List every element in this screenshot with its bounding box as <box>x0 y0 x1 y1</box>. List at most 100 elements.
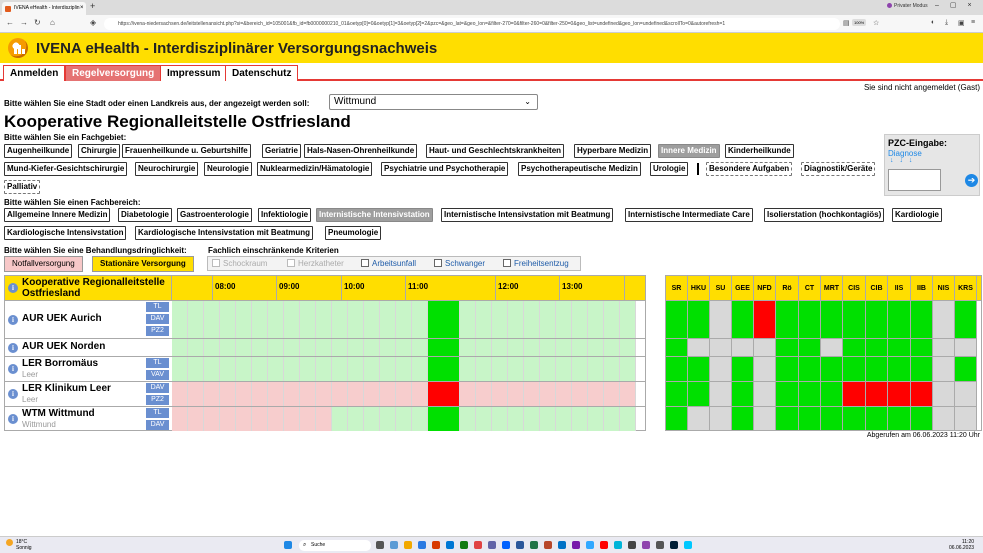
resource-cell[interactable] <box>888 357 911 382</box>
fachbereich-infektiologie[interactable]: Infektiologie <box>258 208 312 222</box>
criteria-schwanger[interactable]: Schwanger <box>434 259 485 268</box>
hospital-name[interactable]: LER Borromäus <box>22 358 98 369</box>
fachgebiet-neurochirurgie[interactable]: Neurochirurgie <box>135 162 199 176</box>
resource-cell[interactable] <box>666 357 688 382</box>
fachbereich-kardiologische-intensiv[interactable]: Kardiologische Intensivstation <box>4 226 127 240</box>
firefox-icon[interactable] <box>642 541 650 549</box>
app-icon[interactable] <box>572 541 580 549</box>
resource-cell[interactable] <box>866 407 888 431</box>
tag-badge[interactable]: VAV <box>146 370 169 380</box>
fachbereich-kardiologie[interactable]: Kardiologie <box>892 208 943 222</box>
resource-cell[interactable] <box>933 382 955 407</box>
resource-cell[interactable] <box>710 339 732 357</box>
app-icon[interactable] <box>600 541 608 549</box>
taskbar-clock[interactable]: 11:20 06.06.2023 <box>949 539 974 551</box>
menu-datenschutz[interactable]: Datenschutz <box>225 65 299 81</box>
fachgebiet-haut[interactable]: Haut- und Geschlechtskrankheiten <box>426 144 565 158</box>
menu-anmelden[interactable]: Anmelden <box>3 65 66 81</box>
resource-cell[interactable] <box>666 382 688 407</box>
resource-cell[interactable] <box>799 301 821 339</box>
criteria-arbeitsunfall[interactable]: Arbeitsunfall <box>361 259 416 268</box>
resource-cell[interactable] <box>732 357 754 382</box>
app-icon[interactable] <box>586 541 594 549</box>
resource-cell[interactable] <box>843 357 866 382</box>
app-icon[interactable] <box>656 541 664 549</box>
info-icon[interactable]: i <box>8 364 18 374</box>
fachgebiet-augenheilkunde[interactable]: Augenheilkunde <box>4 144 73 158</box>
fachbereich-intermediate-care[interactable]: Internistische Intermediate Care <box>625 208 753 222</box>
resource-cell[interactable] <box>666 301 688 339</box>
fachbereich-intensiv-beatmung[interactable]: Internistische Intensivstation mit Beatm… <box>441 208 614 222</box>
weather-widget[interactable]: 18°C Sonnig <box>6 539 32 551</box>
fachgebiet-chirurgie[interactable]: Chirurgie <box>78 144 120 158</box>
resource-cell[interactable] <box>843 339 866 357</box>
resource-cell[interactable] <box>776 339 799 357</box>
info-icon[interactable]: i <box>8 343 18 353</box>
zoom-level[interactable]: 100% <box>852 19 867 26</box>
hospital-name[interactable]: WTM Wittmund <box>22 408 95 419</box>
home-icon[interactable]: ⌂ <box>50 18 55 27</box>
resource-cell[interactable] <box>799 382 821 407</box>
fachgebiet-frauenheilkunde[interactable]: Frauenheilkunde u. Geburtshilfe <box>122 144 251 158</box>
resource-cell[interactable] <box>688 339 710 357</box>
app-icon[interactable] <box>530 541 538 549</box>
resource-cell[interactable] <box>754 407 776 431</box>
resource-cell[interactable] <box>710 407 732 431</box>
reload-icon[interactable]: ↻ <box>34 18 41 27</box>
app-icon[interactable] <box>418 541 426 549</box>
resource-cell[interactable] <box>732 339 754 357</box>
fachgebiet-psychiatrie[interactable]: Psychiatrie und Psychotherapie <box>381 162 509 176</box>
resource-cell[interactable] <box>955 357 977 382</box>
menu-impressum[interactable]: Impressum <box>160 65 228 81</box>
resource-cell[interactable] <box>888 301 911 339</box>
app-icon[interactable] <box>684 541 692 549</box>
resource-cell[interactable] <box>955 382 977 407</box>
resource-cell[interactable] <box>821 382 843 407</box>
new-tab-button[interactable]: + <box>90 1 95 11</box>
start-icon[interactable] <box>284 541 292 549</box>
resource-cell[interactable] <box>666 339 688 357</box>
resource-cell[interactable] <box>911 301 933 339</box>
fachgebiet-nuklearmedizin[interactable]: Nuklearmedizin/Hämatologie <box>257 162 373 176</box>
resource-cell[interactable] <box>955 301 977 339</box>
app-icon[interactable] <box>432 541 440 549</box>
fachgebiet-hyperbare-medizin[interactable]: Hyperbare Medizin <box>574 144 652 158</box>
taskbar-search[interactable]: ⌕ Suche <box>299 540 371 551</box>
extension-icon[interactable]: ▣ <box>958 19 965 27</box>
resource-cell[interactable] <box>688 357 710 382</box>
tag-badge[interactable]: TL <box>146 358 169 368</box>
table-row[interactable]: i LER Klinikum Leer Leer DAV PZ2 <box>5 382 645 407</box>
table-row[interactable]: i AUR UEK Aurich TL DAV PZ2 <box>5 301 645 339</box>
tag-badge[interactable]: PZ2 <box>146 395 169 405</box>
resource-cell[interactable] <box>933 301 955 339</box>
resource-cell[interactable] <box>754 357 776 382</box>
app-icon[interactable] <box>404 541 412 549</box>
resource-cell[interactable] <box>911 357 933 382</box>
info-icon[interactable]: i <box>8 283 18 293</box>
fachbereich-kardio-intensiv-beatmung[interactable]: Kardiologische Intensivstation mit Beatm… <box>135 226 314 240</box>
resource-cell[interactable] <box>799 339 821 357</box>
resource-cell[interactable] <box>955 339 977 357</box>
resource-cell[interactable] <box>866 301 888 339</box>
app-icon[interactable] <box>516 541 524 549</box>
forward-icon[interactable]: → <box>20 18 28 27</box>
city-select[interactable]: Wittmund ⌄ <box>329 94 538 110</box>
fachbereich-gastroenterologie[interactable]: Gastroenterologie <box>177 208 252 222</box>
resource-cell[interactable] <box>688 301 710 339</box>
info-icon[interactable]: i <box>8 315 18 325</box>
resource-cell[interactable] <box>911 339 933 357</box>
resource-cell[interactable] <box>821 339 843 357</box>
fachgebiet-kinderheilkunde[interactable]: Kinderheilkunde <box>725 144 794 158</box>
fachbereich-allgemeine-innere[interactable]: Allgemeine Innere Medizin <box>4 208 111 222</box>
resource-cell[interactable] <box>776 407 799 431</box>
fachgebiet-besondere-aufgaben[interactable]: Besondere Aufgaben <box>706 162 793 176</box>
resource-cell[interactable] <box>821 357 843 382</box>
shield-icon[interactable]: ◈ <box>90 18 96 27</box>
resource-cell[interactable] <box>732 382 754 407</box>
info-icon[interactable]: i <box>8 389 18 399</box>
app-icon[interactable] <box>488 541 496 549</box>
resource-cell[interactable] <box>911 382 933 407</box>
table-row[interactable]: i WTM Wittmund Wittmund TL DAV <box>5 407 645 431</box>
task-view-icon[interactable] <box>376 541 384 549</box>
resource-cell[interactable] <box>933 357 955 382</box>
